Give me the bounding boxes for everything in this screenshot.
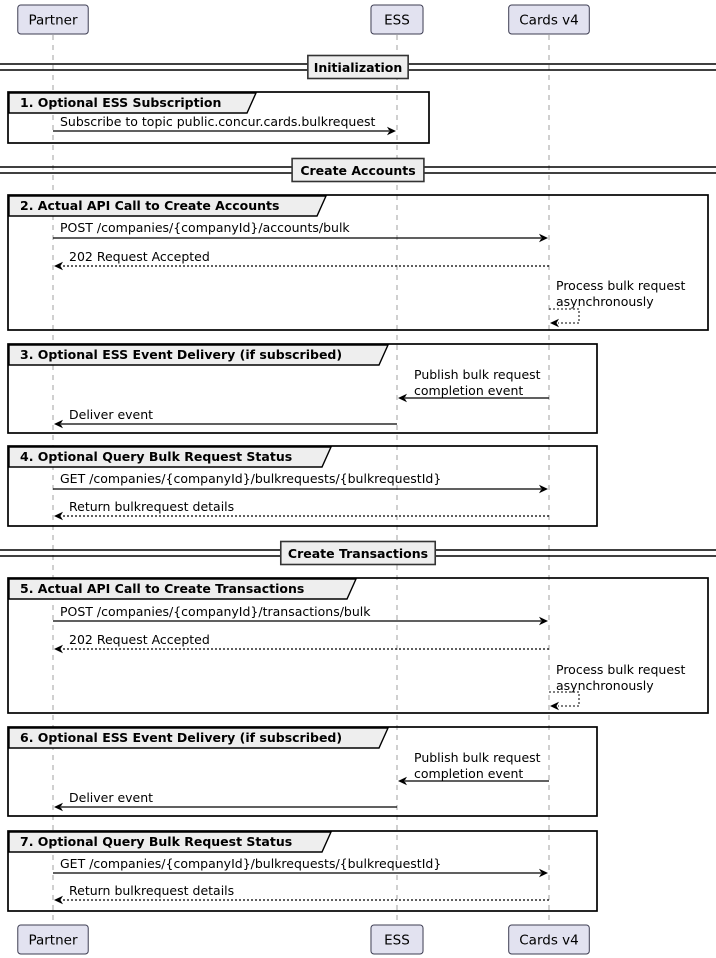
msg-get-bulkrequest-accounts: GET /companies/{companyId}/bulkrequests/… xyxy=(53,471,548,494)
arrowhead xyxy=(54,511,63,521)
message-label: asynchronously xyxy=(556,678,654,693)
msg-202-transactions: 202 Request Accepted xyxy=(54,632,549,654)
participant-label-top: Partner xyxy=(28,13,78,29)
message-label: Process bulk request xyxy=(556,278,686,293)
group-header-label: 6. Optional ESS Event Delivery (if subsc… xyxy=(20,730,342,745)
divider-initialization: Initialization xyxy=(0,54,716,80)
msg-deliver-transactions: Deliver event xyxy=(54,790,397,812)
sequence-diagram-canvas: Initialization Create Accounts Create Tran… xyxy=(0,4,716,955)
message-label: GET /companies/{companyId}/bulkrequests/… xyxy=(60,471,441,486)
message-label: completion event xyxy=(414,766,523,781)
message-label: Return bulkrequest details xyxy=(69,499,234,514)
arrowhead xyxy=(550,318,559,328)
self-message-loop xyxy=(549,308,580,324)
message-label: completion event xyxy=(414,383,523,398)
msg-publish-accounts: Publish bulk requestcompletion event xyxy=(398,367,549,403)
message-label: Publish bulk request xyxy=(414,367,541,382)
msg-deliver-accounts: Deliver event xyxy=(54,407,397,429)
msg-return-details-accounts: Return bulkrequest details xyxy=(54,499,549,521)
arrowhead xyxy=(54,644,63,654)
msg-return-details-transactions: Return bulkrequest details xyxy=(54,883,549,905)
group-header-label: 2. Actual API Call to Create Accounts xyxy=(20,198,279,213)
msg-post-accounts: POST /companies/{companyId}/accounts/bul… xyxy=(53,220,548,243)
participant-label-top: ESS xyxy=(384,13,410,29)
msg-get-bulkrequest-transactions: GET /companies/{companyId}/bulkrequests/… xyxy=(53,856,548,878)
sequence-diagram: Initialization Create Accounts Create Tran… xyxy=(0,0,716,958)
dividers-layer: Initialization Create Accounts Create Tran… xyxy=(0,54,716,566)
arrowhead xyxy=(550,701,559,711)
group-4: 4. Optional Query Bulk Request Status xyxy=(7,445,598,527)
message-label: asynchronously xyxy=(556,294,654,309)
msg-process-transactions: Process bulk requestasynchronously xyxy=(549,662,686,711)
participant-label-top: Cards v4 xyxy=(519,13,578,29)
msg-process-accounts: Process bulk requestasynchronously xyxy=(549,278,686,328)
group-header-label: 5. Actual API Call to Create Transaction… xyxy=(20,581,304,596)
self-message-loop xyxy=(549,691,580,707)
participant-ess-bottom[interactable]: ESS xyxy=(370,924,424,955)
group-header-label: 1. Optional ESS Subscription xyxy=(20,95,221,110)
participant-cards-top[interactable]: Cards v4 xyxy=(508,4,590,35)
group-header-label: 3. Optional ESS Event Delivery (if subsc… xyxy=(20,347,342,362)
participant-partner-top[interactable]: Partner xyxy=(17,4,89,35)
message-label: GET /companies/{companyId}/bulkrequests/… xyxy=(60,856,441,871)
divider-label: Create Transactions xyxy=(288,546,428,561)
divider-label: Initialization xyxy=(314,60,403,75)
message-label: Subscribe to topic public.concur.cards.b… xyxy=(60,114,376,129)
participant-partner-bottom[interactable]: Partner xyxy=(17,924,89,955)
message-label: POST /companies/{companyId}/transactions… xyxy=(60,604,371,619)
message-label: Deliver event xyxy=(69,407,153,422)
divider-label: Create Accounts xyxy=(300,163,415,178)
message-label: POST /companies/{companyId}/accounts/bul… xyxy=(60,220,350,235)
msg-publish-transactions: Publish bulk requestcompletion event xyxy=(398,750,549,786)
divider-create-transactions: Create Transactions xyxy=(0,540,716,566)
participant-label-bottom: Partner xyxy=(28,933,78,949)
participant-ess-top[interactable]: ESS xyxy=(370,4,424,35)
message-label: Process bulk request xyxy=(556,662,686,677)
participant-label-bottom: ESS xyxy=(384,933,410,949)
arrowhead xyxy=(54,261,63,271)
participant-label-bottom: Cards v4 xyxy=(519,933,578,949)
arrowhead xyxy=(54,895,63,905)
messages-layer: Subscribe to topic public.concur.cards.b… xyxy=(53,114,686,905)
msg-post-transactions: POST /companies/{companyId}/transactions… xyxy=(53,604,548,626)
msg-subscribe: Subscribe to topic public.concur.cards.b… xyxy=(53,114,396,136)
message-label: Return bulkrequest details xyxy=(69,883,234,898)
participant-cards-bottom[interactable]: Cards v4 xyxy=(508,924,590,955)
message-label: 202 Request Accepted xyxy=(69,632,210,647)
message-label: Publish bulk request xyxy=(414,750,541,765)
message-label: Deliver event xyxy=(69,790,153,805)
message-label: 202 Request Accepted xyxy=(69,249,210,264)
msg-202-accounts: 202 Request Accepted xyxy=(54,249,549,271)
divider-create-accounts: Create Accounts xyxy=(0,157,716,183)
group-7: 7. Optional Query Bulk Request Status xyxy=(7,830,598,912)
group-header-label: 4. Optional Query Bulk Request Status xyxy=(20,449,292,464)
group-header-label: 7. Optional Query Bulk Request Status xyxy=(20,834,292,849)
